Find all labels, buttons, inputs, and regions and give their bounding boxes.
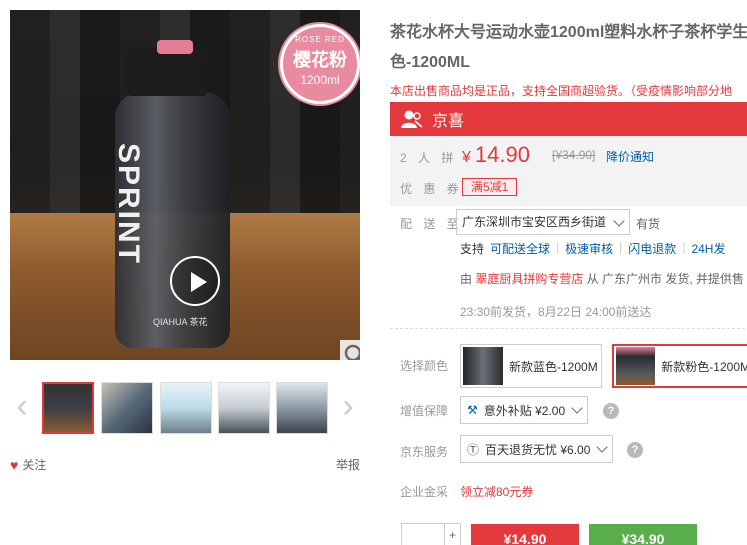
thumb-prev-arrow-icon[interactable]: ‹ <box>10 388 34 428</box>
zoom-icon[interactable] <box>340 340 360 360</box>
group-user-icon <box>401 110 423 128</box>
price-notify-link[interactable]: 降价通知 <box>606 148 654 165</box>
badge-main-text: 樱花粉 <box>293 50 347 70</box>
special-service-icon: Ⓣ <box>467 442 480 457</box>
store-link[interactable]: 翠庭厨具拼购专营店 <box>475 272 583 286</box>
support-label: 支持 <box>460 242 485 256</box>
color-option-label: 新款蓝色-1200M <box>509 359 598 374</box>
gold-coupon-link[interactable]: 领立减80元券 <box>460 483 533 500</box>
wrench-icon: ⚒ <box>467 403 478 417</box>
address-select[interactable]: 广东深圳市宝安区西乡街道 <box>456 209 630 235</box>
jd-service-value: 百天退货无忧 ¥6.00 <box>485 442 591 457</box>
report-link[interactable]: 举报 <box>336 456 360 473</box>
price-box: 2 人 拼 ¥14.90 [¥34.90] 降价通知 优 惠 券 满5减1 <box>390 136 747 206</box>
help-icon[interactable]: ? <box>627 442 643 458</box>
original-price: [¥34.90] <box>552 148 596 162</box>
badge-top-text: ROSE RED <box>295 35 345 44</box>
play-video-icon[interactable] <box>170 256 220 306</box>
product-bottle: SPRINT QIAHUA 茶花 <box>112 40 230 348</box>
color-option-label: 新款粉色-1200M <box>661 359 747 374</box>
chevron-down-icon <box>613 215 625 227</box>
thumbnail-2[interactable] <box>101 382 153 434</box>
support-item-fast-review[interactable]: 极速审核 <box>565 240 613 257</box>
bottle-brand-text: SPRINT <box>112 143 145 266</box>
heart-icon: ♥ <box>10 456 19 473</box>
group-buy-label: 2 人 拼 <box>400 151 458 165</box>
seller-info: 由 翠庭厨具拼购专营店 从 广东广州市 发货, 并提供售 <box>460 272 745 286</box>
vas-value: 意外补贴 ¥2.00 <box>483 403 566 418</box>
chevron-down-icon <box>571 402 583 414</box>
delivery-label: 配 送 至 <box>400 217 463 231</box>
main-product-image[interactable]: SPRINT QIAHUA 茶花 ROSE RED 樱花粉 1200ml <box>10 10 360 360</box>
seller-origin: 从 广东广州市 发货, 并提供售 <box>586 272 745 286</box>
coupon-label: 优 惠 券 <box>400 182 463 196</box>
support-item-24h[interactable]: 24H发 <box>691 240 725 257</box>
support-item-refund[interactable]: 闪电退款 <box>628 240 676 257</box>
help-icon[interactable]: ? <box>603 403 619 419</box>
thumbnail-strip: ‹ › <box>10 380 360 436</box>
quantity-stepper[interactable]: + <box>401 523 461 545</box>
coupon-tag[interactable]: 满5减1 <box>462 178 518 196</box>
follow-button[interactable]: ♥ 关注 <box>10 456 46 473</box>
group-buy-button[interactable]: ¥14.90 <box>471 524 579 545</box>
divider <box>390 328 747 329</box>
bottle-sub-brand: QIAHUA 茶花 <box>153 317 208 327</box>
chevron-down-icon <box>596 441 609 453</box>
thumb-next-arrow-icon[interactable]: › <box>336 388 360 428</box>
jd-service-dropdown[interactable]: Ⓣ 百天退货无忧 ¥6.00 <box>460 435 614 463</box>
support-services: 支持 可配送全球 | 极速审核 | 闪电退款 | 24H发 <box>460 240 726 257</box>
color-option-blue[interactable]: 新款蓝色-1200M <box>460 344 602 388</box>
color-option-pink[interactable]: 新款粉色-1200M <box>612 344 747 388</box>
gold-label: 企业金采 <box>400 485 449 499</box>
badge-size-text: 1200ml <box>300 73 340 87</box>
support-item-global[interactable]: 可配送全球 <box>490 240 550 257</box>
thumbnail-3[interactable] <box>160 382 212 434</box>
product-notice: 本店出售商品均是正品，支持全国商超验货。（受疫情影响部分地 <box>390 84 733 98</box>
product-title: 茶花水杯大号运动水壶1200ml塑料水杯子茶杯学生色-1200ML <box>390 24 747 71</box>
jingxi-bar: 京喜 <box>390 102 747 136</box>
thumbnail-4[interactable] <box>218 382 270 434</box>
jd-service-label: 京东服务 <box>400 445 449 459</box>
color-label: 选择颜色 <box>400 359 449 373</box>
vas-dropdown[interactable]: ⚒ 意外补贴 ¥2.00 <box>460 396 589 424</box>
vas-label: 增值保障 <box>400 404 449 418</box>
group-price: ¥14.90 <box>462 142 530 167</box>
qty-plus-button[interactable]: + <box>444 524 460 545</box>
single-buy-button[interactable]: ¥34.90 <box>589 524 697 545</box>
shipping-time: 23:30前发货，8月22日 24:00前送达 <box>460 305 652 319</box>
thumbnail-1[interactable] <box>42 382 94 434</box>
address-value: 广东深圳市宝安区西乡街道 <box>462 215 607 229</box>
color-swatch <box>463 347 503 385</box>
jingxi-label: 京喜 <box>432 113 465 130</box>
thumbnail-5[interactable] <box>276 382 328 434</box>
color-badge: ROSE RED 樱花粉 1200ml <box>280 24 360 104</box>
bottle-spout <box>157 40 193 54</box>
stock-status: 有货 <box>636 217 661 231</box>
bottle-cap <box>127 48 207 96</box>
color-swatch <box>616 347 656 385</box>
follow-label: 关注 <box>22 458 47 472</box>
